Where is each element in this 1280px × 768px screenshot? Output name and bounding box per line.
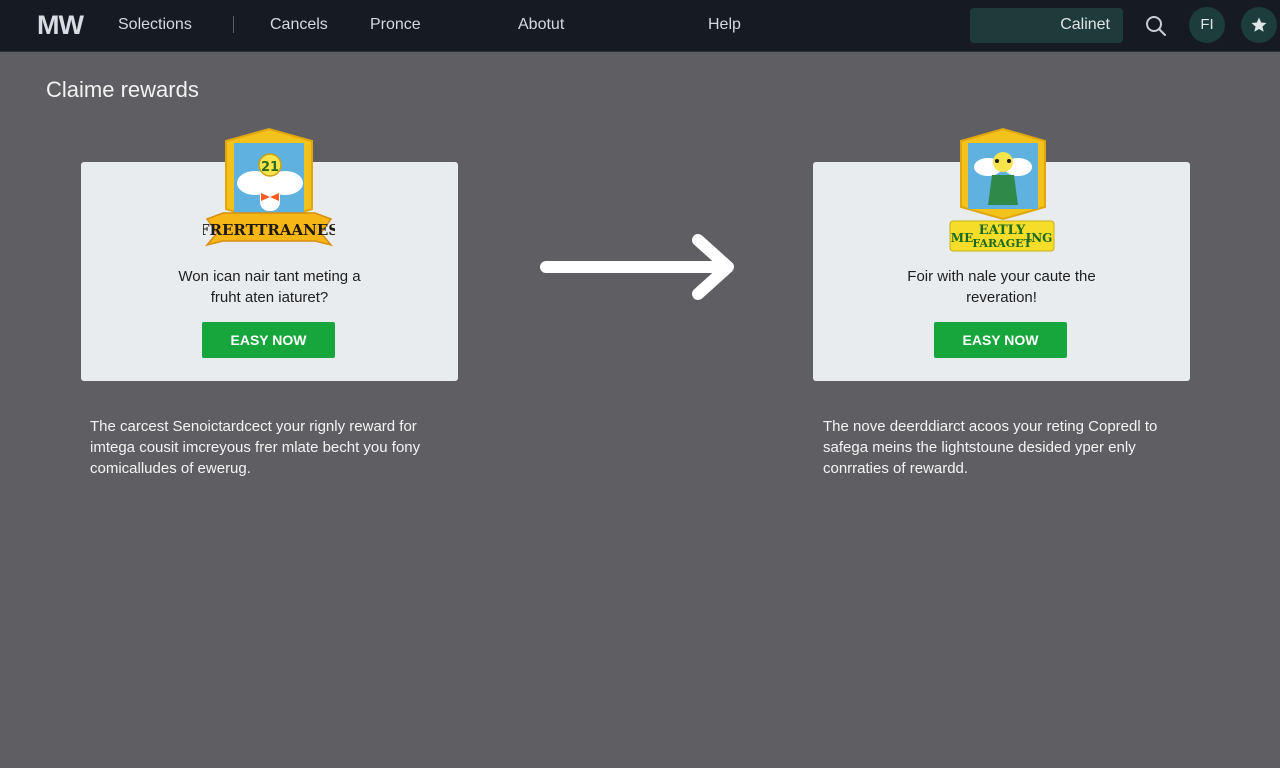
badge-2-label-bottom: FARAGET	[972, 237, 1032, 250]
card-2-text: Foir with nale your caute the reveration…	[813, 266, 1190, 308]
badge-1-number: 21	[261, 160, 279, 175]
avatar[interactable]: FI	[1189, 7, 1225, 43]
desc-2-line-1: The nove deerddiarct acoos your reting C…	[823, 418, 1158, 435]
nav-item-solections[interactable]: Solections	[118, 16, 192, 34]
desc-2-line-3: conrraties of rewardd.	[823, 460, 969, 477]
nav-item-cancels[interactable]: Cancels	[270, 16, 328, 34]
claim-reward-button-2[interactable]: EASY NOW	[934, 322, 1067, 358]
search-icon[interactable]	[1144, 14, 1168, 38]
desc-1-line-3: comicalludes of ewerug.	[90, 460, 251, 477]
card-1-text-line-1: Won ican nair tant meting a	[178, 268, 361, 285]
desc-1-line-1: The carcest Senoictardcect your rignly r…	[90, 418, 417, 435]
star-icon	[1251, 17, 1267, 32]
arrow-right-icon	[540, 234, 734, 300]
nav-item-help[interactable]: Help	[708, 16, 741, 34]
app-logo[interactable]: MW	[37, 10, 84, 41]
desc-2-line-2: safega meins the lightstoune desided ype…	[823, 439, 1136, 456]
reward-description-2: The nove deerddiarct acoos your reting C…	[823, 416, 1203, 479]
card-1-text: Won ican nair tant meting a fruht aten i…	[81, 266, 458, 308]
reward-badge-1: 21 FRERTTRAANES	[203, 127, 335, 247]
card-1-text-line-2: fruht aten iaturet?	[210, 289, 329, 306]
claim-reward-button-1[interactable]: EASY NOW	[202, 322, 335, 358]
page-title: Claime rewards	[46, 77, 199, 102]
badge-1-label: FRERTTRAANES	[203, 221, 335, 239]
reward-badge-2: EATLY ME ING FARAGET	[949, 127, 1055, 252]
nav-item-abotut[interactable]: Abotut	[518, 16, 564, 34]
badge-2-label-top: EATLY	[979, 223, 1026, 238]
desc-1-line-2: imtega cousit imcreyous frer mlate becht…	[90, 439, 421, 456]
badge-2-label-left: ME	[951, 231, 973, 245]
reward-description-1: The carcest Senoictardcect your rignly r…	[90, 416, 470, 479]
top-navigation-bar: MW Solections Cancels Pronce Abotut Help…	[0, 0, 1280, 52]
nav-divider	[233, 16, 234, 33]
nav-item-pronce[interactable]: Pronce	[370, 16, 421, 34]
card-2-text-line-2: reveration!	[966, 289, 1037, 306]
card-2-text-line-1: Foir with nale your caute the	[907, 268, 1096, 285]
favorites-button[interactable]	[1241, 7, 1277, 43]
user-account-button[interactable]: Calinet	[970, 8, 1123, 43]
